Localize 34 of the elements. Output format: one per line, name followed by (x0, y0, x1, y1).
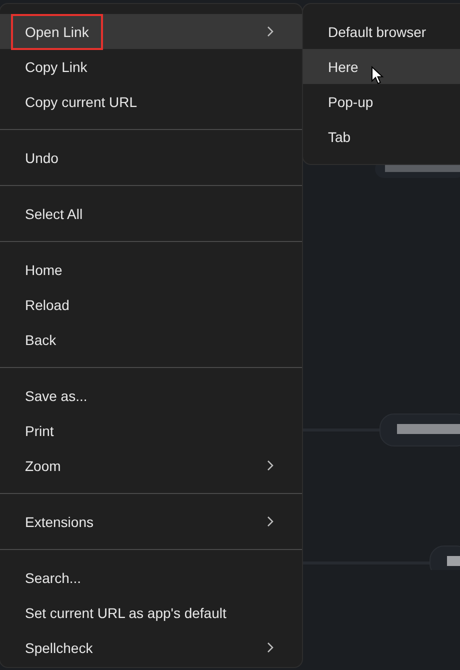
menu-item[interactable]: Copy current URL (0, 84, 302, 119)
menu-item[interactable]: Pop-up (303, 84, 460, 119)
menu-item[interactable]: Default browser (303, 14, 460, 49)
menu-item-label: Home (25, 262, 62, 278)
menu-item[interactable]: Back (0, 322, 302, 357)
menu-item[interactable]: Copy Link (0, 49, 302, 84)
menu-item-label: Reload (25, 296, 70, 312)
menu-item[interactable]: Save as... (0, 378, 302, 413)
menu-item-label: Save as... (25, 388, 88, 404)
menu-item[interactable]: Home (0, 252, 302, 287)
menu-item-label: Select All (25, 206, 83, 222)
menu-item[interactable]: Print (0, 413, 302, 448)
menu-item-label: Zoom (25, 458, 61, 474)
menu-item[interactable]: Undo (0, 140, 302, 175)
menu-item[interactable]: Spellcheck (0, 630, 302, 665)
menu-item-label: Open Link (13, 16, 101, 48)
menu-item-label: Back (25, 332, 56, 348)
menu-item[interactable]: Set current URL as app's default (0, 595, 302, 630)
menu-item[interactable]: Extensions (0, 504, 302, 539)
menu-item-label: Search... (25, 570, 82, 586)
menu-item[interactable]: Select All (0, 196, 302, 231)
menu-item[interactable]: Reload (0, 287, 302, 322)
menu-item[interactable]: Search... (0, 560, 302, 595)
menu-item-label: Copy current URL (25, 94, 138, 110)
menu-item-label: Copy Link (25, 58, 88, 74)
menu-item-label: Undo (25, 150, 58, 166)
menu-item[interactable]: Open Link (0, 14, 302, 49)
menu-item-label: Print (25, 422, 54, 438)
menu-item-label: Extensions (25, 514, 94, 530)
menu-item[interactable]: Tab (303, 119, 460, 154)
menu-item[interactable]: Here (303, 49, 460, 84)
menu-item[interactable]: Zoom (0, 448, 302, 483)
menu-item-label: Set current URL as app's default (25, 604, 226, 620)
menu-item-label: Spellcheck (25, 640, 93, 656)
